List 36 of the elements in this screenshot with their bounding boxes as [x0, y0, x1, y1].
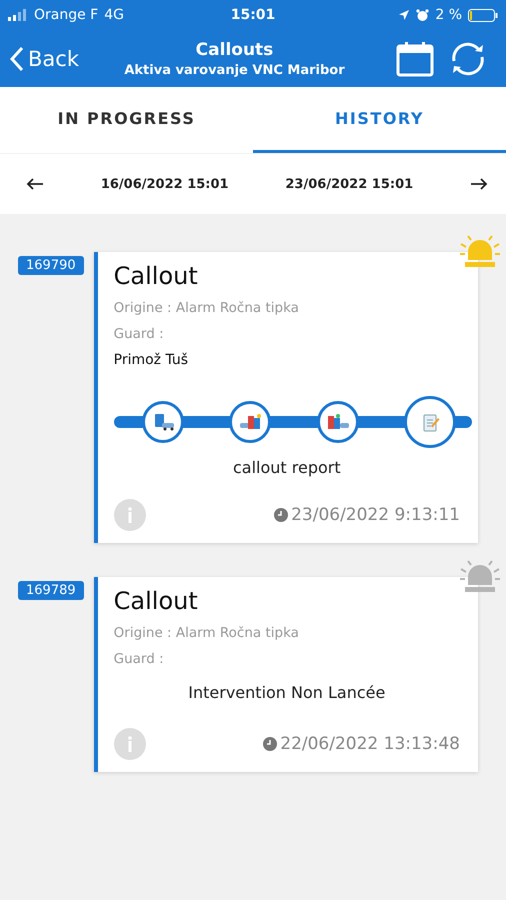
chevron-left-icon — [10, 46, 24, 72]
battery-icon — [468, 8, 498, 22]
callout-status: Intervention Non Lancée — [187, 683, 386, 702]
callout-id: 169789 — [18, 581, 84, 600]
callout-time: 22/06/2022 13:13:48 — [280, 734, 460, 754]
guard-name: Primož Tuš — [114, 352, 190, 368]
network-type: 4G — [104, 7, 124, 23]
tab[interactable]: IN PROGRESS — [0, 87, 253, 153]
info-icon — [126, 507, 133, 523]
signal-icon — [8, 9, 28, 21]
guard-label: Guard : — [114, 326, 165, 342]
location-icon — [398, 9, 410, 21]
back-button[interactable]: Back — [10, 46, 79, 72]
date-to: 23/06/2022 15:01 — [285, 176, 414, 192]
origin-text: Origine : Alarm Ročna tipka — [114, 625, 300, 641]
alarm-clock-icon — [416, 8, 430, 22]
guard-label: Guard : — [114, 651, 165, 667]
carrier-name: Orange F — [34, 7, 98, 23]
next-arrow-icon[interactable] — [470, 178, 488, 190]
callout-card[interactable]: Callout Origine : Alarm Ročna tipka Guard : Intervention Non Lancée 22/06/2022 13:13:48 — [94, 577, 478, 772]
callout-card[interactable]: Callout Origine : Alarm Ročna tipka Guard : Primož Tuš callout report 23/06/2022 9:13:11 — [94, 252, 478, 543]
clock: 15:01 — [230, 7, 276, 23]
screen-subtitle: Aktiva varovanje VNC Maribor — [124, 62, 345, 78]
clock-icon — [274, 508, 288, 522]
origin-text: Origine : Alarm Ročna tipka — [114, 300, 300, 316]
previous-arrow-icon[interactable] — [26, 178, 44, 190]
step-label: callout report — [232, 458, 342, 477]
callout-time: 23/06/2022 9:13:11 — [291, 505, 460, 525]
screen-title: Callouts — [196, 40, 274, 60]
callout-title: Callout — [114, 262, 199, 290]
info-icon — [126, 736, 133, 752]
callout-id: 169790 — [18, 256, 84, 275]
callout-title: Callout — [114, 587, 199, 615]
date-from: 16/06/2022 15:01 — [100, 176, 229, 192]
clock-icon — [263, 737, 278, 751]
battery-percent: 2 % — [435, 7, 462, 23]
